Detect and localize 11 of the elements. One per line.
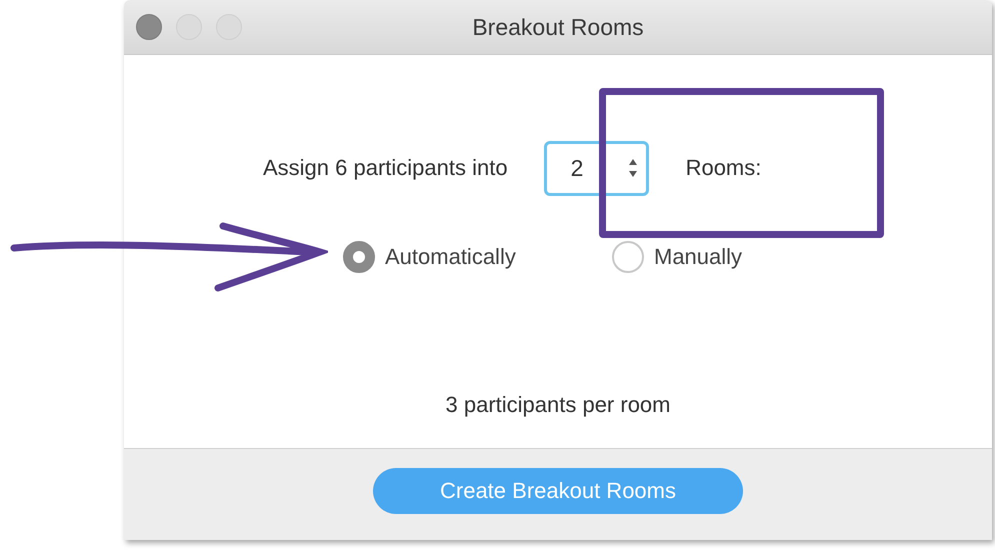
rooms-label: Rooms:	[686, 155, 762, 181]
assign-label: Assign 6 participants into	[263, 155, 508, 181]
window-title: Breakout Rooms	[472, 14, 644, 41]
rooms-stepper[interactable]: 2	[544, 140, 649, 196]
stepper-arrows-icon[interactable]	[628, 157, 638, 179]
close-button[interactable]	[136, 14, 162, 40]
radio-button[interactable]	[343, 241, 375, 273]
radio-button[interactable]	[612, 241, 644, 273]
option-label[interactable]: Manually	[654, 244, 742, 270]
option-label[interactable]: Automatically	[385, 244, 516, 270]
summary-text: 3 participants per room	[446, 392, 670, 417]
